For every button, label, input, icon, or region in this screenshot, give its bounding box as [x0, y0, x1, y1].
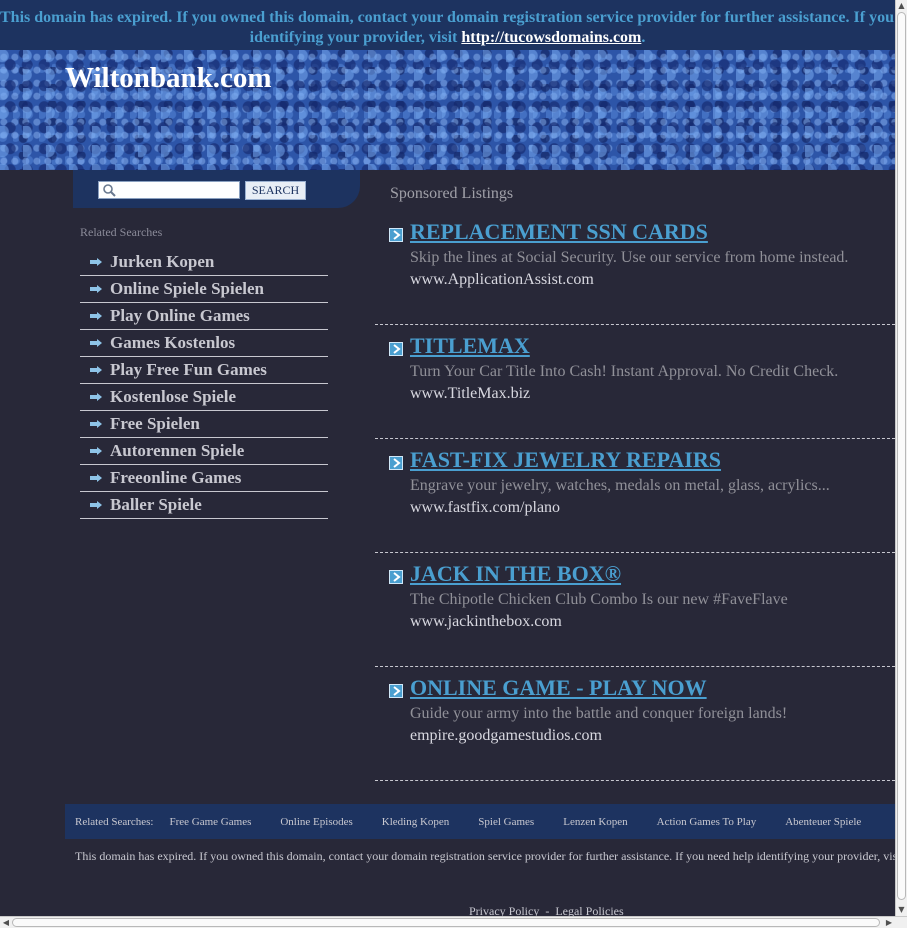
related-item-link[interactable]: Free Spielen	[110, 414, 200, 434]
scroll-left-arrow-icon[interactable]: ◀	[0, 917, 12, 928]
footer-expired-note: This domain has expired. If you owned th…	[75, 849, 895, 863]
related-item[interactable]: Free Spielen	[80, 411, 328, 438]
related-item[interactable]: Play Online Games	[80, 303, 328, 330]
scroll-right-arrow-icon[interactable]: ▶	[883, 917, 895, 928]
listing-url[interactable]: www.TitleMax.biz	[410, 385, 530, 403]
sponsored-listings: REPLACEMENT SSN CARDS Skip the lines at …	[375, 211, 895, 781]
sponsored-listings-heading: Sponsored Listings	[390, 185, 514, 202]
site-header: Wiltonbank.com	[0, 50, 895, 170]
listing-description: The Chipotle Chicken Club Combo Is our n…	[410, 591, 788, 608]
arrow-bullet-icon	[90, 474, 102, 482]
related-item-link[interactable]: Play Free Fun Games	[110, 360, 267, 380]
listing-description: Turn Your Car Title Into Cash! Instant A…	[410, 363, 839, 380]
chevron-box-icon	[389, 456, 403, 470]
scroll-up-arrow-icon[interactable]: ▲	[896, 0, 907, 12]
related-item[interactable]: Play Free Fun Games	[80, 357, 328, 384]
horizontal-scrollbar[interactable]: ◀ ▶	[0, 916, 907, 928]
arrow-bullet-icon	[90, 312, 102, 320]
listing-url[interactable]: empire.goodgamestudios.com	[410, 727, 602, 745]
expired-banner-prefix: identifying your provider, visit	[249, 29, 462, 46]
chevron-box-icon	[389, 228, 403, 242]
listing-title-link[interactable]: REPLACEMENT SSN CARDS	[410, 219, 708, 245]
arrow-bullet-icon	[90, 393, 102, 401]
related-item-link[interactable]: Play Online Games	[110, 306, 250, 326]
magnifier-icon	[103, 184, 116, 197]
related-item[interactable]: Games Kostenlos	[80, 330, 328, 357]
expired-banner-line1: This domain has expired. If you owned th…	[0, 9, 895, 26]
listing-description: Guide your army into the battle and conq…	[410, 705, 788, 722]
related-searches-list: Jurken Kopen Online Spiele Spielen Play …	[80, 249, 328, 519]
footer-related-label: Related Searches:	[75, 815, 154, 828]
related-item[interactable]: Online Spiele Spielen	[80, 276, 328, 303]
listing-title-link[interactable]: FAST-FIX JEWELRY REPAIRS	[410, 447, 721, 473]
related-item[interactable]: Jurken Kopen	[80, 249, 328, 276]
footer-related-link[interactable]: Abenteuer Spiele	[785, 816, 861, 828]
listing-item: REPLACEMENT SSN CARDS Skip the lines at …	[375, 211, 895, 325]
related-item-link[interactable]: Games Kostenlos	[110, 333, 235, 353]
listing-item: ONLINE GAME - PLAY NOW Guide your army i…	[375, 667, 895, 781]
site-title: Wiltonbank.com	[65, 62, 272, 94]
arrow-bullet-icon	[90, 258, 102, 266]
search-input[interactable]	[98, 181, 240, 199]
listing-title-link[interactable]: TITLEMAX	[410, 333, 530, 359]
arrow-bullet-icon	[90, 447, 102, 455]
search-box: SEARCH	[73, 170, 360, 208]
listing-url[interactable]: www.jackinthebox.com	[410, 613, 562, 631]
footer-related-link[interactable]: Action Games To Play	[657, 816, 757, 828]
search-button[interactable]: SEARCH	[245, 181, 306, 200]
listing-title-link[interactable]: ONLINE GAME - PLAY NOW	[410, 675, 707, 701]
arrow-bullet-icon	[90, 420, 102, 428]
expired-banner-suffix: .	[641, 29, 646, 46]
listing-title-link[interactable]: JACK IN THE BOX®	[410, 561, 621, 587]
related-item-link[interactable]: Jurken Kopen	[110, 252, 214, 272]
arrow-bullet-icon	[90, 501, 102, 509]
listing-description: Skip the lines at Social Security. Use o…	[410, 249, 849, 266]
related-searches-heading: Related Searches	[80, 225, 163, 239]
related-item-link[interactable]: Freeonline Games	[110, 468, 241, 488]
related-item-link[interactable]: Online Spiele Spielen	[110, 279, 264, 299]
related-item-link[interactable]: Autorennen Spiele	[110, 441, 244, 461]
related-item[interactable]: Baller Spiele	[80, 492, 328, 519]
chevron-box-icon	[389, 684, 403, 698]
listing-item: FAST-FIX JEWELRY REPAIRS Engrave your je…	[375, 439, 895, 553]
related-item-link[interactable]: Baller Spiele	[110, 495, 202, 515]
expired-banner: This domain has expired. If you owned th…	[0, 0, 895, 50]
footer-related-link[interactable]: Kleding Kopen	[382, 816, 450, 828]
chevron-box-icon	[389, 570, 403, 584]
scroll-down-arrow-icon[interactable]: ▼	[896, 904, 907, 916]
related-item[interactable]: Autorennen Spiele	[80, 438, 328, 465]
footer-related-bar: Related Searches: Free Game Games Online…	[65, 804, 895, 839]
footer-related-link[interactable]: Online Episodes	[280, 816, 352, 828]
related-item[interactable]: Freeonline Games	[80, 465, 328, 492]
listing-url[interactable]: www.fastfix.com/plano	[410, 499, 560, 517]
chevron-box-icon	[389, 342, 403, 356]
vertical-scrollbar[interactable]: ▲ ▼	[895, 0, 907, 916]
footer-related-link[interactable]: Spiel Games	[478, 816, 534, 828]
arrow-bullet-icon	[90, 285, 102, 293]
listing-description: Engrave your jewelry, watches, medals on…	[410, 477, 830, 494]
listing-item: JACK IN THE BOX® The Chipotle Chicken Cl…	[375, 553, 895, 667]
arrow-bullet-icon	[90, 339, 102, 347]
arrow-bullet-icon	[90, 366, 102, 374]
footer-related-link[interactable]: Lenzen Kopen	[563, 816, 627, 828]
listing-url[interactable]: www.ApplicationAssist.com	[410, 271, 594, 289]
vertical-scroll-thumb[interactable]	[897, 12, 906, 900]
related-item[interactable]: Kostenlose Spiele	[80, 384, 328, 411]
horizontal-scroll-thumb[interactable]	[12, 918, 880, 927]
listing-item: TITLEMAX Turn Your Car Title Into Cash! …	[375, 325, 895, 439]
footer-related-link[interactable]: Free Game Games	[170, 816, 252, 828]
expired-banner-line2: identifying your provider, visit http://…	[0, 28, 895, 48]
tucows-link[interactable]: http://tucowsdomains.com	[461, 29, 641, 46]
related-item-link[interactable]: Kostenlose Spiele	[110, 387, 236, 407]
